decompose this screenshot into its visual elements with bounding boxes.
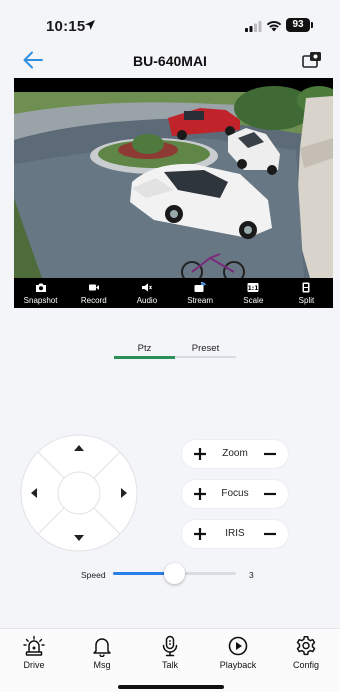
header: BU-640MAI (0, 46, 340, 76)
scale-icon: 1:1 (247, 283, 259, 292)
nav-playback-label: Playback (219, 660, 257, 670)
status-time: 10:15 (46, 18, 86, 35)
bell-icon (93, 638, 111, 657)
iris-close-button[interactable] (256, 520, 284, 548)
scale-label: Scale (243, 296, 264, 305)
speed-value: 3 (249, 570, 254, 580)
microphone-icon (162, 635, 178, 657)
nav-msg-label: Msg (93, 660, 111, 670)
audio-label: Audio (136, 296, 158, 305)
pan-left-button[interactable] (22, 474, 56, 512)
plus-icon (194, 488, 206, 500)
record-button[interactable]: Record (67, 278, 120, 308)
bottom-nav: Drive Msg Talk Playback Config (0, 628, 340, 692)
iris-open-button[interactable] (186, 520, 214, 548)
siren-alarm-icon (23, 635, 45, 656)
zoom-out-button[interactable] (256, 440, 284, 468)
focus-control: Focus (182, 480, 288, 508)
nav-drive-label: Drive (23, 660, 45, 670)
speed-slider-thumb[interactable] (164, 563, 185, 584)
zoom-control: Zoom (182, 440, 288, 468)
cellular-signal-icon (245, 21, 262, 32)
nav-config-label: Config (292, 660, 319, 670)
nav-config[interactable]: Config (272, 629, 340, 692)
zoom-in-button[interactable] (186, 440, 214, 468)
play-circle-icon (228, 636, 248, 656)
focus-out-button[interactable] (256, 480, 284, 508)
page-title: BU-640MAI (133, 53, 207, 69)
split-icon (302, 282, 310, 293)
split-label: Split (298, 296, 315, 305)
nav-talk-label: Talk (161, 660, 178, 670)
audio-button[interactable]: Audio (120, 278, 173, 308)
nav-playback[interactable]: Playback (204, 629, 272, 692)
nav-msg[interactable]: Msg (68, 629, 136, 692)
scale-button[interactable]: 1:1 Scale (227, 278, 280, 308)
speaker-icon (141, 283, 152, 292)
record-label: Record (80, 296, 107, 305)
iris-control: IRIS (182, 520, 288, 548)
nav-talk[interactable]: Talk (136, 629, 204, 692)
camera-scene-image (14, 78, 333, 278)
video-record-icon (88, 284, 99, 291)
snapshot-button[interactable]: Snapshot (14, 278, 67, 308)
ptz-direction-pad (20, 434, 138, 552)
snapshot-label: Snapshot (23, 296, 58, 305)
zoom-label: Zoom (222, 448, 248, 459)
stream-button[interactable]: Stream (174, 278, 227, 308)
tab-ptz[interactable]: Ptz (114, 340, 175, 359)
minus-icon (264, 452, 276, 456)
pan-right-button[interactable] (102, 474, 136, 512)
stream-icon (194, 282, 207, 292)
home-indicator (118, 685, 224, 689)
speed-label: Speed (81, 570, 106, 580)
ptz-preset-tabs: Ptz Preset (114, 340, 236, 359)
tab-preset[interactable]: Preset (175, 340, 236, 358)
stream-label: Stream (187, 296, 213, 305)
focus-in-button[interactable] (186, 480, 214, 508)
svg-text:1:1: 1:1 (248, 285, 259, 292)
nav-drive[interactable]: Drive (0, 629, 68, 692)
dpad-graphic (20, 434, 138, 552)
plus-icon (194, 448, 206, 460)
speed-slider[interactable] (113, 563, 236, 584)
wifi-icon (266, 21, 282, 32)
pan-up-button[interactable] (60, 436, 98, 470)
live-video-view[interactable] (14, 78, 333, 278)
video-toolbar: Snapshot Record Audio Stream 1:1 Scale S… (14, 278, 333, 308)
camera-icon (35, 283, 46, 292)
gear-icon (296, 636, 316, 656)
minus-icon (264, 492, 276, 496)
device-settings-icon[interactable] (302, 51, 322, 69)
pan-down-button[interactable] (60, 516, 98, 550)
location-arrow-icon (85, 20, 95, 30)
focus-label: Focus (221, 488, 249, 499)
battery-indicator: 93 (286, 18, 313, 32)
status-bar: 10:15 93 (0, 0, 340, 46)
iris-label: IRIS (225, 528, 245, 539)
minus-icon (264, 532, 276, 536)
split-button[interactable]: Split (280, 278, 333, 308)
plus-icon (194, 528, 206, 540)
